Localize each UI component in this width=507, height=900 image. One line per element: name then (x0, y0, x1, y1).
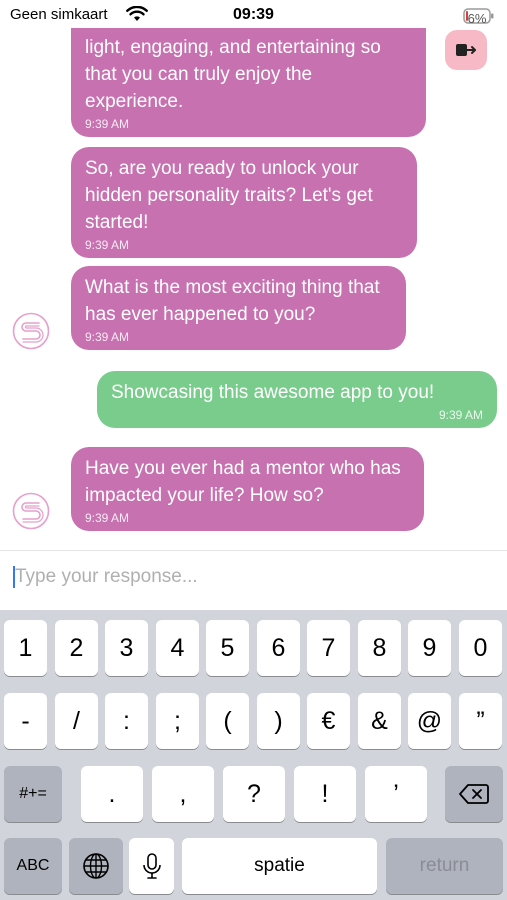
chat-messages[interactable]: light, engaging, and entertaining so tha… (0, 28, 507, 550)
key-1[interactable]: 1 (4, 620, 47, 676)
key-open-paren[interactable]: ( (206, 693, 249, 749)
logout-button[interactable] (445, 30, 487, 70)
key-6[interactable]: 6 (257, 620, 300, 676)
key-hyphen[interactable]: - (4, 693, 47, 749)
chat-screen: Geen simkaart 09:39 6% light, engaging, … (0, 0, 507, 900)
message-time: 9:39 AM (85, 117, 130, 131)
message-text: What is the most exciting thing that has… (85, 277, 380, 325)
microphone-icon (142, 853, 161, 879)
user-message: Showcasing this awesome app to you! 9:39… (97, 371, 497, 428)
bot-message: So, are you ready to unlock your hidden … (71, 147, 417, 258)
key-euro[interactable]: € (307, 693, 350, 749)
key-exclamation[interactable]: ! (294, 766, 356, 822)
status-bar: Geen simkaart 09:39 6% (0, 0, 507, 30)
key-return[interactable]: return (386, 838, 503, 894)
message-time: 9:39 AM (85, 330, 130, 344)
globe-icon (83, 853, 109, 879)
battery-icon: 6% (463, 4, 495, 26)
key-space[interactable]: spatie (182, 838, 377, 894)
key-slash[interactable]: / (55, 693, 98, 749)
backspace-icon (459, 784, 489, 804)
message-time: 9:39 AM (85, 238, 130, 252)
keyboard: 1 2 3 4 5 6 7 8 9 0 - / : ; ( ) € & @ ” … (0, 610, 507, 900)
message-time: 9:39 AM (438, 408, 483, 422)
key-backspace[interactable] (445, 766, 503, 822)
key-quote[interactable]: ” (459, 693, 502, 749)
response-input[interactable] (15, 562, 485, 592)
bot-message: What is the most exciting thing that has… (71, 266, 406, 350)
message-text: So, are you ready to unlock your hidden … (85, 158, 373, 233)
key-symbols-toggle[interactable]: #+= (4, 766, 62, 822)
bot-avatar-icon (12, 312, 50, 350)
message-text: Showcasing this awesome app to you! (111, 382, 435, 403)
key-question[interactable]: ? (223, 766, 285, 822)
key-globe[interactable] (69, 838, 123, 894)
message-text: Have you ever had a mentor who has impac… (85, 458, 401, 506)
message-text: light, engaging, and entertaining so tha… (85, 37, 381, 112)
logout-icon (456, 44, 476, 56)
bot-message: light, engaging, and entertaining so tha… (71, 28, 426, 137)
key-4[interactable]: 4 (156, 620, 199, 676)
key-3[interactable]: 3 (105, 620, 148, 676)
key-at[interactable]: @ (408, 693, 451, 749)
key-9[interactable]: 9 (408, 620, 451, 676)
key-ampersand[interactable]: & (358, 693, 401, 749)
status-time: 09:39 (233, 6, 274, 23)
message-time: 9:39 AM (85, 511, 130, 525)
text-caret (13, 566, 15, 588)
key-2[interactable]: 2 (55, 620, 98, 676)
key-period[interactable]: . (81, 766, 143, 822)
key-0[interactable]: 0 (459, 620, 502, 676)
key-semicolon[interactable]: ; (156, 693, 199, 749)
key-5[interactable]: 5 (206, 620, 249, 676)
key-colon[interactable]: : (105, 693, 148, 749)
bot-avatar-icon (12, 492, 50, 530)
key-microphone[interactable] (129, 838, 174, 894)
key-apostrophe[interactable]: ’ (365, 766, 427, 822)
key-comma[interactable]: , (152, 766, 214, 822)
key-abc[interactable]: ABC (4, 838, 62, 894)
key-8[interactable]: 8 (358, 620, 401, 676)
battery-percent: 6% (467, 11, 487, 26)
key-7[interactable]: 7 (307, 620, 350, 676)
bot-message: Have you ever had a mentor who has impac… (71, 447, 424, 531)
key-close-paren[interactable]: ) (257, 693, 300, 749)
